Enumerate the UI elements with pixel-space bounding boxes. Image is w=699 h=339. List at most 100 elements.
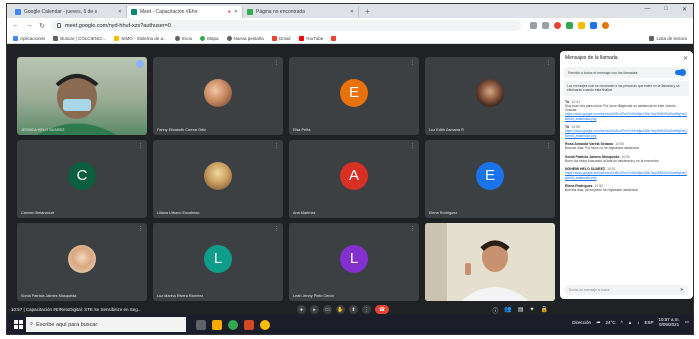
lock-icon[interactable]: 🔒 [541, 306, 548, 315]
participant-tile[interactable]: C ⋮ Carmen Betancourt [17, 140, 147, 218]
minimize-button[interactable]: — [644, 6, 650, 13]
chat-message-input[interactable]: Envía un mensaje a todos ➤ [564, 285, 689, 295]
send-icon[interactable]: ➤ [680, 287, 684, 293]
participant-tile[interactable]: E ⋮ Elena Rodríguez [425, 140, 555, 218]
chat-message: Tú 10:50 https://docs.google.com/forms/d/… [565, 125, 688, 138]
apps-grid-icon [13, 35, 18, 41]
extension-icon[interactable] [590, 22, 597, 29]
profile-avatar[interactable] [602, 22, 609, 29]
reading-list-button[interactable]: Lista de lectura [649, 35, 687, 41]
participant-tile[interactable]: A ⋮ Ana Martínez [289, 140, 419, 218]
tab-calendar[interactable]: Google Calendar - jueves, 5 de s ✕ [11, 6, 127, 18]
bookmark-gmail[interactable]: Gmail [271, 35, 291, 41]
bookmarks-bar: Aplicaciones Buscar | COLCIENCI... SIMO … [7, 33, 693, 44]
participant-tile[interactable]: ⋮ Sonia Patricia Jaimes Mosqueda [17, 223, 147, 301]
captions-button[interactable]: ▭ [323, 305, 332, 314]
forward-arrow-icon[interactable]: → [25, 22, 33, 29]
side-controls: ⓘ 👥 ▤ ✦ 🔒 [492, 306, 548, 315]
maximize-button[interactable]: □ [664, 6, 668, 13]
chrome-active-icon[interactable] [260, 319, 270, 330]
participant-letter-avatar: L [204, 244, 232, 273]
chat-icon[interactable]: ▤ [518, 306, 524, 315]
close-window-button[interactable]: ✕ [682, 6, 687, 13]
drive-favicon-icon [247, 9, 253, 15]
info-icon[interactable]: ⓘ [492, 306, 498, 315]
present-button[interactable]: ⬆ [349, 305, 358, 314]
more-options-button[interactable]: ⋮ [362, 305, 371, 314]
bookmark-new-tab[interactable]: Nueva pestaña [226, 35, 264, 41]
participant-tile[interactable]: JESSICA HELO SUAREZ [17, 57, 147, 135]
extension-icon[interactable] [566, 22, 573, 29]
more-options-icon[interactable]: ⋮ [410, 226, 415, 232]
map-pin-icon [200, 35, 206, 41]
more-options-icon[interactable]: ⋮ [410, 143, 415, 149]
address-toolbar-label[interactable]: Dirección [572, 320, 591, 325]
pin-icon[interactable] [136, 60, 144, 68]
notifications-icon[interactable]: ▭ [685, 319, 689, 325]
participant-name: Liliana Urbano Escobedo [157, 211, 200, 215]
bookmark-apps[interactable]: Aplicaciones [13, 35, 45, 41]
participant-tile[interactable]: L ⋮ Luz Marina Rivera Ramírez [153, 223, 283, 301]
message-link[interactable]: https://docs.google.com/forms/d/1dEu2Puh… [565, 129, 688, 138]
tray-chevron-icon[interactable]: ^ [621, 320, 623, 325]
chrome-icon[interactable] [228, 319, 238, 330]
taskbar-search-input[interactable]: ⌕ Escribe aquí para buscar [26, 317, 186, 332]
gmail-icon [331, 35, 337, 41]
powerpoint-icon[interactable] [244, 319, 254, 330]
bookmark-mapa[interactable]: Mapa [200, 35, 219, 41]
bookmark-colciencias[interactable]: Buscar | COLCIENCI... [53, 35, 106, 41]
participant-tile[interactable]: E ⋮ Elsa Peña [289, 57, 419, 135]
more-options-icon[interactable]: ⋮ [546, 60, 551, 66]
close-icon[interactable]: ✕ [350, 9, 354, 15]
task-view-icon[interactable] [196, 319, 206, 330]
allow-messages-toggle[interactable] [675, 69, 686, 76]
clock[interactable]: 10:57 a.m. 9/09/2021 [658, 317, 679, 328]
close-icon[interactable]: ✕ [683, 55, 688, 62]
more-options-icon[interactable]: ⋮ [138, 143, 143, 149]
bookmark-inicio[interactable]: Inicio [174, 35, 192, 41]
camera-button[interactable]: ▸ [310, 305, 319, 314]
people-icon[interactable]: 👥 [504, 306, 511, 315]
more-options-icon[interactable]: ⋮ [546, 143, 551, 149]
chat-panel: Mensajes de la llamada ✕ Permitir a todo… [560, 51, 693, 299]
url-input[interactable]: meet.google.com/nyd-hhuf-xzx?authuser=0 [51, 20, 521, 31]
participant-name: Elena Rodríguez [429, 211, 458, 215]
opera-ext-icon[interactable] [554, 22, 561, 29]
message-link[interactable]: https://docs.google.com/forms/d/1dEu2Puh… [565, 171, 688, 180]
activities-icon[interactable]: ✦ [529, 306, 534, 315]
extension-icon[interactable] [578, 22, 585, 29]
microphone-button[interactable]: ● [297, 305, 306, 314]
participant-tile[interactable]: ⋮ Liliana Urbano Escobedo [153, 140, 283, 218]
bookmark-simo[interactable]: SIMO - Sistema de a... [114, 35, 167, 41]
message-link[interactable]: https://docs.google.com/forms/d/1dEu2Puh… [565, 112, 688, 121]
presenter-tile[interactable] [425, 223, 555, 301]
close-icon[interactable]: ✕ [234, 9, 238, 15]
windows-start-button[interactable] [10, 317, 26, 333]
bookmark-gmail-extra[interactable] [331, 35, 337, 41]
close-icon[interactable]: ✕ [118, 9, 122, 15]
new-tab-button[interactable]: + [359, 6, 376, 18]
more-options-icon[interactable]: ⋮ [274, 60, 279, 66]
participant-tile[interactable]: L ⋮ Leah Jenny Pinto Cerón [289, 223, 419, 301]
bookmark-youtube[interactable]: YouTube [298, 35, 323, 41]
camera-icon[interactable] [530, 22, 537, 29]
star-icon[interactable] [542, 22, 549, 29]
network-icon[interactable]: ▲ [628, 320, 632, 325]
reload-icon[interactable]: ↻ [38, 22, 46, 30]
tab-not-found[interactable]: Página no encontrada ✕ [243, 6, 359, 18]
tab-meet[interactable]: Meet - Capacitación #Efor ● ✕ [127, 6, 243, 18]
more-options-icon[interactable]: ⋮ [274, 143, 279, 149]
weather-icon[interactable]: ☁ [596, 319, 601, 325]
leave-call-button[interactable]: ☎ [375, 305, 389, 314]
participant-tile[interactable]: ⋮ Luz Edith Zamarra R [425, 57, 555, 135]
more-options-icon[interactable]: ⋮ [274, 226, 279, 232]
back-arrow-icon[interactable]: ← [12, 22, 20, 29]
more-options-icon[interactable]: ⋮ [410, 60, 415, 66]
file-explorer-icon[interactable] [212, 319, 222, 330]
more-options-icon[interactable]: ⋮ [138, 226, 143, 232]
raise-hand-button[interactable]: ✋ [336, 305, 345, 314]
volume-icon[interactable]: ♪ [637, 320, 639, 325]
participant-tile[interactable]: ⋮ Fanny Elizabeth Correa Ortiz [153, 57, 283, 135]
toggle-label: Permitir a todos el mensaje con las llam… [568, 70, 638, 75]
language-indicator[interactable]: ESP [644, 320, 653, 325]
